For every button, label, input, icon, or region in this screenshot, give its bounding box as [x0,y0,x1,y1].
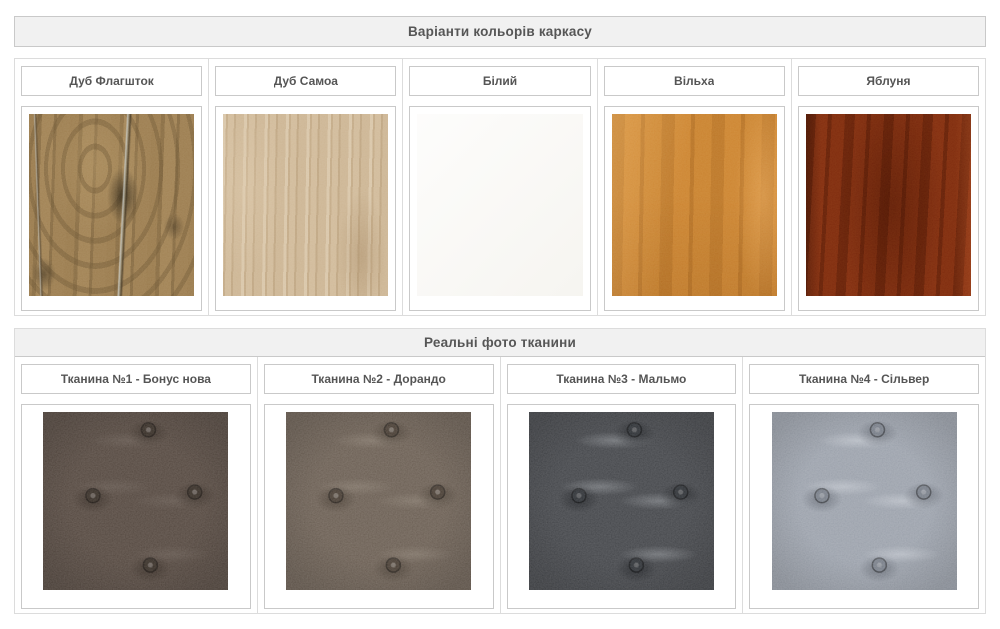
swatch-label: Тканина №3 - Мальмо [556,372,686,386]
fabric-texture-image [286,412,471,590]
wood-texture-image [612,114,777,296]
swatch-label-box: Тканина №2 - Дорандо [264,364,494,394]
swatch-image-box [21,106,202,311]
swatch-label: Тканина №4 - Сільвер [799,372,929,386]
swatch-cell-bonus-nova: Тканина №1 - Бонус нова [15,357,257,613]
wood-texture-image [806,114,971,296]
noise-overlay [612,114,777,296]
noise-overlay [286,412,471,590]
swatch-cell-dub-samoa: Дуб Самоа [208,59,402,315]
swatch-label: Білий [483,74,517,88]
swatch-label: Дуб Самоа [274,74,338,88]
swatch-cell-vilkha: Вільха [597,59,791,315]
noise-overlay [529,412,714,590]
swatch-label-box: Тканина №4 - Сільвер [749,364,979,394]
swatch-label: Вільха [674,74,714,88]
noise-overlay [29,114,194,296]
fabric-photos-panel: Реальні фото тканини Тканина №1 - Бонус … [14,328,986,614]
fabric-photos-header: Реальні фото тканини [15,329,985,357]
swatch-image-box [507,404,737,609]
fabric-texture-image [43,412,228,590]
swatch-label: Тканина №2 - Дорандо [311,372,445,386]
wood-texture-image [29,114,194,296]
swatch-label-box: Вільха [604,66,785,96]
swatch-image-box [409,106,590,311]
wood-texture-image [223,114,388,296]
swatch-label-box: Білий [409,66,590,96]
noise-overlay [223,114,388,296]
fabric-photos-title: Реальні фото тканини [424,335,576,350]
swatch-cell-silver: Тканина №4 - Сільвер [742,357,985,613]
fabric-texture-image [772,412,957,590]
swatch-image-box [21,404,251,609]
fabric-photos-grid: Тканина №1 - Бонус нова Тканина №2 - Дор… [15,357,985,613]
swatch-cell-malmo: Тканина №3 - Мальмо [500,357,743,613]
swatch-image-box [215,106,396,311]
swatch-image-box [604,106,785,311]
swatch-image-box [798,106,979,311]
frame-colors-grid: Дуб Флагшток Дуб Самоа [15,59,985,315]
swatch-label: Яблуня [866,74,910,88]
swatch-cell-dorando: Тканина №2 - Дорандо [257,357,500,613]
swatch-cell-dub-flagshtok: Дуб Флагшток [15,59,208,315]
fabric-texture-image [529,412,714,590]
swatch-label-box: Тканина №1 - Бонус нова [21,364,251,394]
page: Варіанти кольорів каркасу Дуб Флагшток Д… [0,16,1000,614]
noise-overlay [43,412,228,590]
frame-colors-header: Варіанти кольорів каркасу [14,16,986,47]
swatch-label-box: Тканина №3 - Мальмо [507,364,737,394]
section-spacer [0,316,1000,328]
swatch-cell-bilyi: Білий [402,59,596,315]
swatch-label: Дуб Флагшток [69,74,153,88]
swatch-image-box [264,404,494,609]
frame-colors-panel: Дуб Флагшток Дуб Самоа [14,58,986,316]
noise-overlay [806,114,971,296]
swatch-label-box: Дуб Самоа [215,66,396,96]
wood-texture-image [417,114,582,296]
swatch-cell-yablunia: Яблуня [791,59,985,315]
noise-overlay [772,412,957,590]
swatch-image-box [749,404,979,609]
swatch-label-box: Дуб Флагшток [21,66,202,96]
frame-colors-title: Варіанти кольорів каркасу [408,24,592,39]
swatch-label: Тканина №1 - Бонус нова [61,372,211,386]
swatch-label-box: Яблуня [798,66,979,96]
